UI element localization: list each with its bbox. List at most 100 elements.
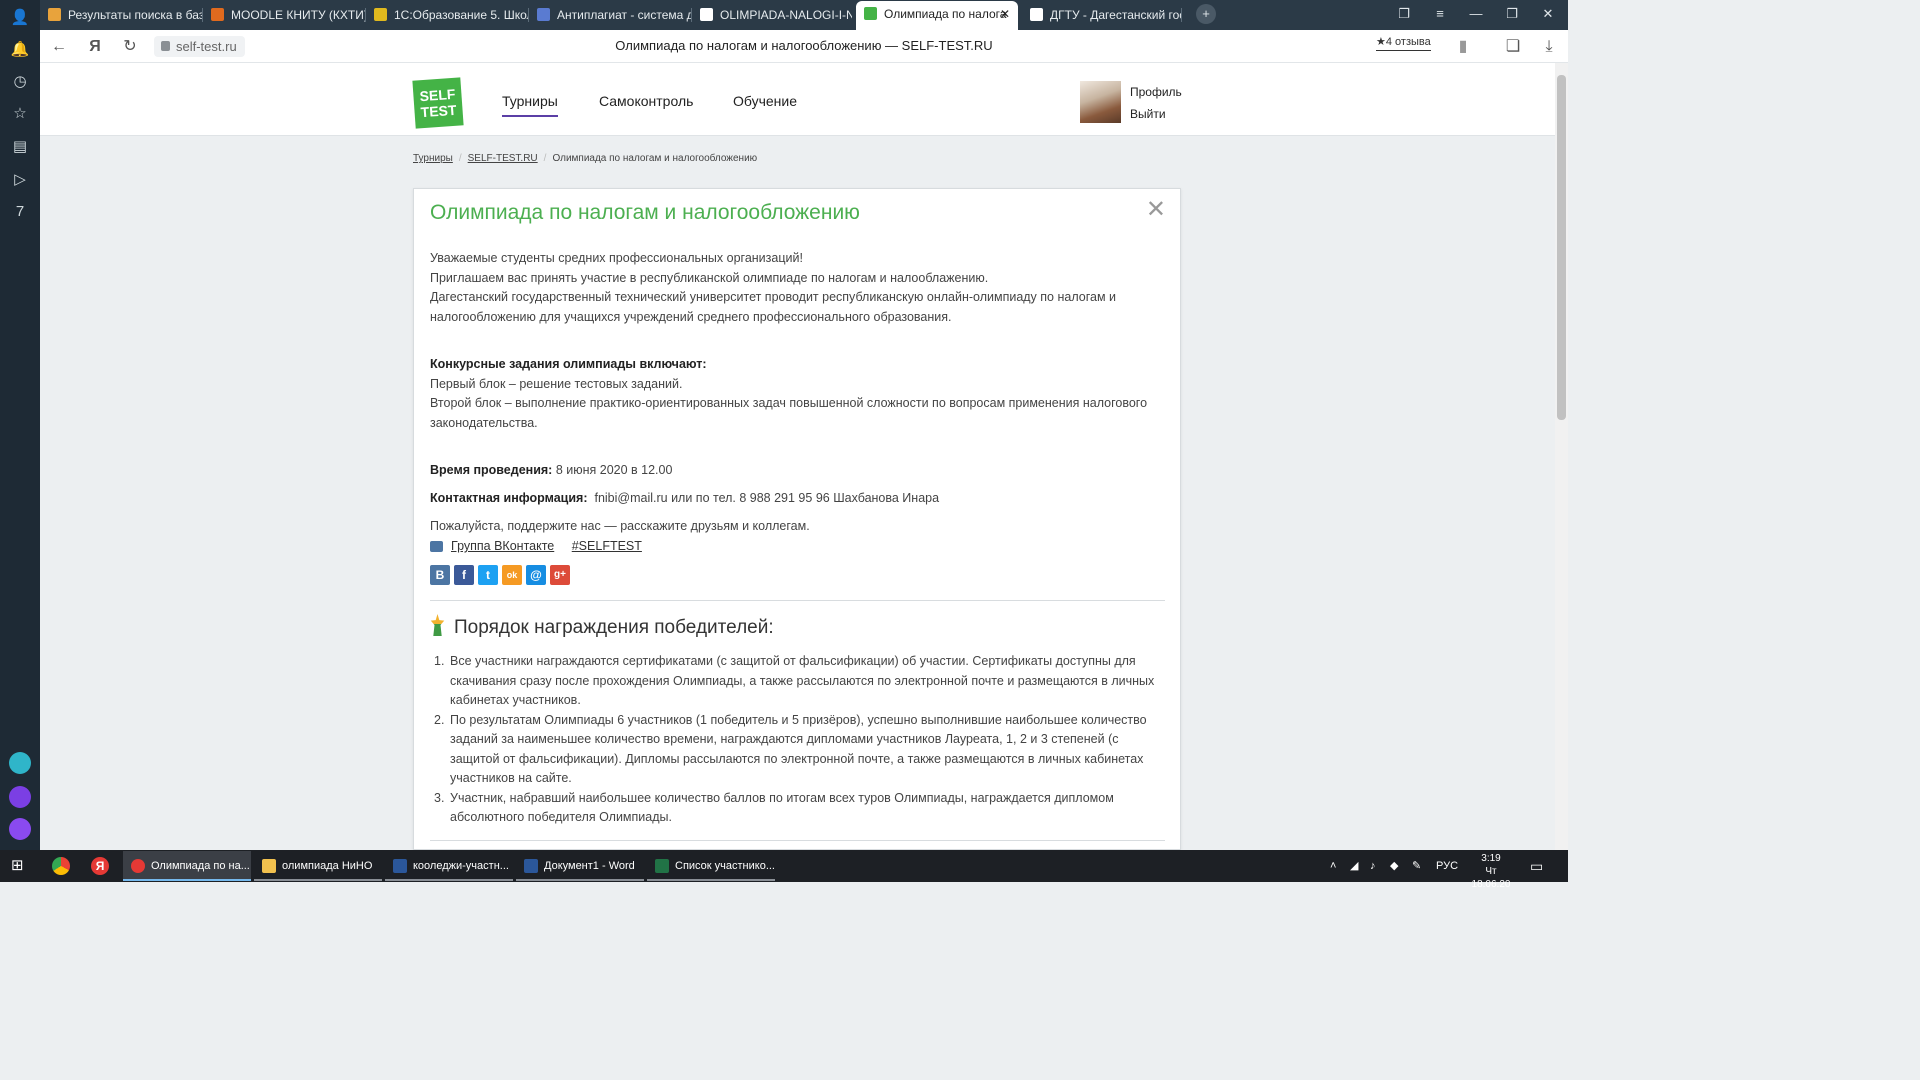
close-icon[interactable]: ✕ [1146, 195, 1166, 224]
new-tab-icon[interactable]: + [1196, 4, 1216, 24]
taskbar-item-word-colleges[interactable]: кооледжи-участн... [385, 851, 513, 881]
intro-line: Дагестанский государственный технический… [430, 290, 1117, 324]
twitter-share-icon[interactable]: t [478, 565, 498, 585]
task-item: Первый блок – решение тестовых заданий. [430, 376, 683, 391]
notifications-icon[interactable]: ▭ [1530, 850, 1543, 882]
hashtag-link[interactable]: #SELFTEST [572, 539, 642, 553]
excel-icon [655, 859, 669, 873]
tab-label: Антиплагиат - система дл [557, 8, 692, 22]
taskbar-item-word-document[interactable]: Документ1 - Word [516, 851, 644, 881]
restore-icon[interactable]: ❐ [1502, 4, 1522, 24]
tray-chevron-icon[interactable]: ˄ [1330, 850, 1336, 882]
tab-favicon [211, 8, 224, 21]
tab-olimpiada-doc[interactable]: OLIMPIADA-NALOGI-I-N [692, 2, 852, 28]
messenger-app-icon[interactable] [9, 752, 31, 774]
tab-manager-icon[interactable]: ❐ [1394, 4, 1414, 24]
nav-self-control[interactable]: Самоконтроль [599, 93, 693, 109]
contact-value: fnibi@mail.ru или по тел. 8 988 291 95 9… [594, 491, 940, 505]
nav-learning[interactable]: Обучение [733, 93, 797, 109]
vk-group-link[interactable]: Группа ВКонтакте [451, 539, 554, 553]
intro-line: Приглашаем вас принять участие в республ… [430, 270, 989, 285]
scrollbar-thumb[interactable] [1557, 75, 1566, 420]
downloads-icon[interactable]: ⤓ [1538, 36, 1560, 58]
collections-icon[interactable]: ▤ [10, 137, 30, 157]
award-text: Все участники награждаются сертификатами… [450, 654, 1155, 707]
list-item: 2. По результатам Олимпиады 6 участников … [434, 712, 1147, 786]
intro-line: Уважаемые студенты средних профессиональ… [430, 251, 803, 265]
award-text: Участник, набравший наибольшее количеств… [450, 790, 1114, 825]
intro-block: Уважаемые студенты средних профессиональ… [430, 249, 1170, 327]
olympiad-title: Олимпиада по налогам и налогообложению [430, 201, 860, 224]
user-icon[interactable]: 👤 [10, 8, 30, 28]
list-item: 1. Все участники награждаются сертификата… [434, 654, 1155, 707]
tab-favicon [1030, 8, 1043, 21]
logout-link[interactable]: Выйти [1130, 107, 1166, 121]
awards-title-text: Порядок награждения победителей: [454, 617, 774, 638]
breadcrumb-tournaments[interactable]: Турниры [413, 153, 453, 164]
tab-label: OLIMPIADA-NALOGI-I-N [720, 8, 852, 22]
site-header: SELF TEST Турниры Самоконтроль Обучение … [40, 63, 1555, 136]
tasks-heading: Конкурсные задания олимпиады включают: [430, 357, 707, 371]
social-links: Группа ВКонтакте #SELFTEST [430, 537, 1170, 557]
taskbar: ⊞ Я Олимпиада по на... олимпиада НиНО ко… [0, 850, 1568, 890]
alice-app-icon[interactable] [9, 786, 31, 808]
medal-icon [430, 614, 445, 636]
tab-search-results[interactable]: Результаты поиска в базе [40, 2, 203, 28]
tab-strip: Результаты поиска в базе MOODLE КНИТУ (К… [40, 0, 1568, 30]
tab-label: 1С:Образование 5. Школ [394, 8, 529, 22]
taskbar-label: Олимпиада по на... [151, 860, 250, 872]
menu-icon[interactable]: ≡ [1430, 4, 1450, 24]
language-indicator[interactable]: РУС [1436, 850, 1458, 882]
odnoklassniki-share-icon[interactable]: ok [502, 565, 522, 585]
microphone-icon[interactable]: ♪ [1370, 850, 1376, 882]
tab-dgtu[interactable]: ДГТУ - Дагестанский госу [1022, 2, 1182, 28]
list-item: 3. Участник, набравший наибольшее количес… [434, 790, 1114, 825]
tab-moodle[interactable]: MOODLE КНИТУ (КХТИ): В [203, 2, 366, 28]
yandex-browser-icon[interactable]: Я [91, 857, 109, 875]
tab-olimpiada-active[interactable]: Олимпиада по налога ✕ [856, 1, 1018, 30]
awards-list: 1. Все участники награждаются сертификата… [434, 652, 1170, 828]
tab-favicon [48, 8, 61, 21]
self-test-logo[interactable]: SELF TEST [412, 77, 464, 129]
profile-link[interactable]: Профиль [1130, 85, 1182, 99]
bell-icon[interactable]: 🔔 [10, 40, 30, 60]
play-icon[interactable]: ▷ [10, 170, 30, 190]
taskbar-label: Список участнико... [675, 860, 775, 872]
google-plus-share-icon[interactable]: g+ [550, 565, 570, 585]
tab-1c[interactable]: 1С:Образование 5. Школ [366, 2, 529, 28]
mailru-share-icon[interactable]: @ [526, 565, 546, 585]
reviews-button[interactable]: ★4 отзыва [1376, 35, 1431, 51]
breadcrumb-self-test[interactable]: SELF-TEST.RU [468, 153, 538, 164]
nav-tournaments[interactable]: Турниры [502, 93, 558, 117]
taskbar-item-folder[interactable]: олимпиада НиНО [254, 851, 382, 881]
tab-antiplagiat[interactable]: Антиплагиат - система дл [529, 2, 692, 28]
star-icon[interactable]: ☆ [10, 104, 30, 124]
page-scrollbar[interactable] [1555, 63, 1568, 850]
vk-share-icon[interactable]: B [430, 565, 450, 585]
assistant-app-icon[interactable] [9, 818, 31, 840]
wifi-icon[interactable]: ◢ [1350, 850, 1358, 882]
collections-icon[interactable]: ❏ [1502, 36, 1524, 58]
pen-icon[interactable]: ✎ [1412, 850, 1421, 882]
avatar[interactable] [1080, 81, 1121, 123]
facebook-share-icon[interactable]: f [454, 565, 474, 585]
taskbar-item-browser[interactable]: Олимпиада по на... [123, 851, 251, 881]
calendar-icon[interactable]: 7 [10, 202, 30, 222]
contact-row: Контактная информация: fnibi@mail.ru или… [430, 489, 1170, 509]
award-text: По результатам Олимпиады 6 участников (1… [450, 712, 1147, 786]
tab-label: Результаты поиска в базе [68, 8, 203, 22]
time-row: Время проведения: 8 июня 2020 в 12.00 [430, 461, 1170, 481]
close-tab-icon[interactable]: ✕ [1000, 1, 1010, 27]
windows-start-icon[interactable]: ⊞ [11, 858, 27, 874]
chrome-icon[interactable] [52, 857, 70, 875]
yandex-icon [131, 859, 145, 873]
divider [430, 600, 1165, 601]
history-icon[interactable]: ◷ [10, 72, 30, 92]
minimize-icon[interactable]: — [1466, 4, 1486, 24]
taskbar-item-excel[interactable]: Список участнико... [647, 851, 775, 881]
close-window-icon[interactable]: ✕ [1538, 4, 1558, 24]
bookmark-icon[interactable]: ▮ [1452, 36, 1474, 58]
clock-date: Чт 18.06.20 [1471, 866, 1511, 890]
clock[interactable]: 3:19 Чт 18.06.20 [1465, 852, 1517, 891]
dropbox-icon[interactable]: ◆ [1390, 850, 1398, 882]
